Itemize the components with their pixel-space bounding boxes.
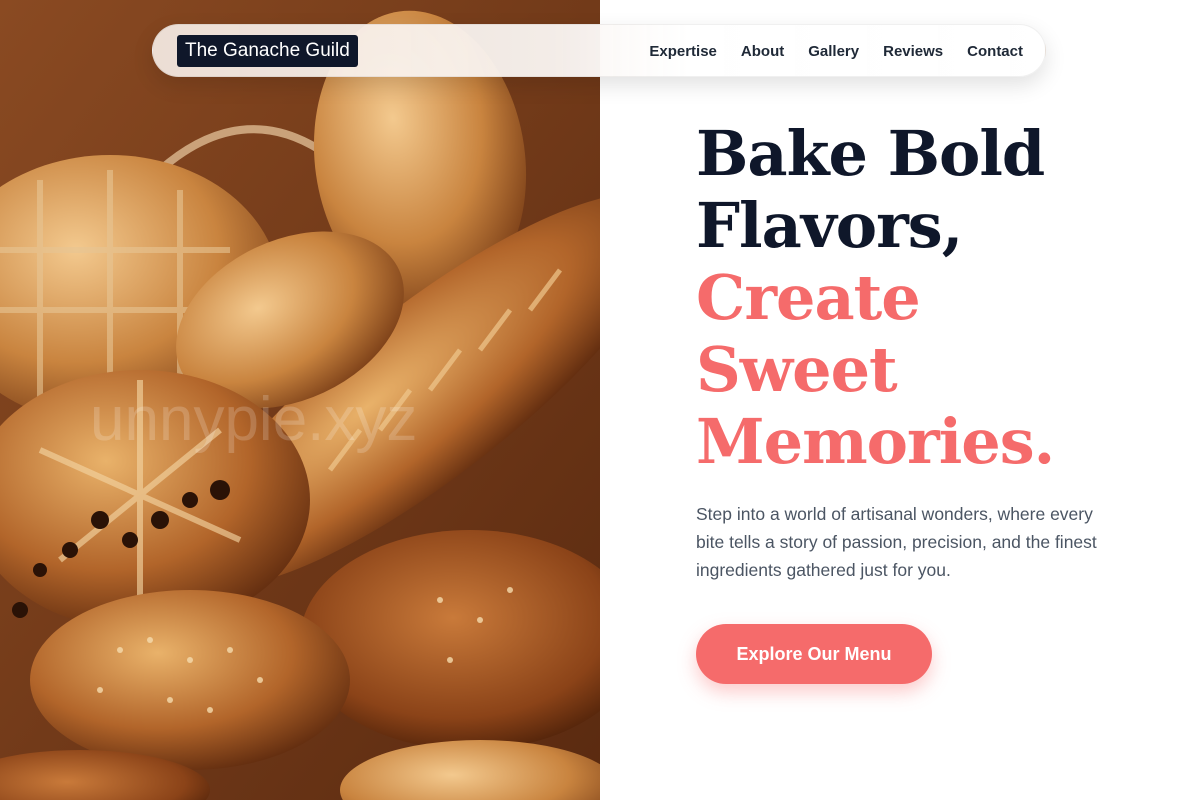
headline-line-2: Flavors, [696,189,963,262]
hero-headline: Bake Bold Flavors, Create Sweet Memories… [696,118,1156,478]
nav-links: Expertise About Gallery Reviews Contact [649,25,1023,78]
headline-line-5: Memories. [696,405,1055,478]
nav-link-expertise[interactable]: Expertise [649,43,717,60]
nav-link-contact[interactable]: Contact [967,43,1023,60]
nav-link-reviews[interactable]: Reviews [883,43,943,60]
brand-logo[interactable]: The Ganache Guild [177,35,358,67]
bread-illustration: unnypie.xyz [0,0,600,800]
nav-link-about[interactable]: About [741,43,784,60]
headline-line-1: Bake Bold [696,117,1045,190]
hero-description: Step into a world of artisanal wonders, … [696,504,1097,580]
hero-content: Bake Bold Flavors, Create Sweet Memories… [696,118,1156,584]
nav-link-gallery[interactable]: Gallery [808,43,859,60]
explore-menu-button[interactable]: Explore Our Menu [696,624,932,684]
headline-line-3: Create [696,261,921,334]
bread-basket-image: unnypie.xyz [0,0,600,800]
image-watermark: unnypie.xyz [90,385,417,454]
navbar: The Ganache Guild Expertise About Galler… [152,24,1046,77]
headline-line-4: Sweet [696,333,898,406]
page: unnypie.xyz The Ganache Guild Expertise … [0,0,1200,800]
